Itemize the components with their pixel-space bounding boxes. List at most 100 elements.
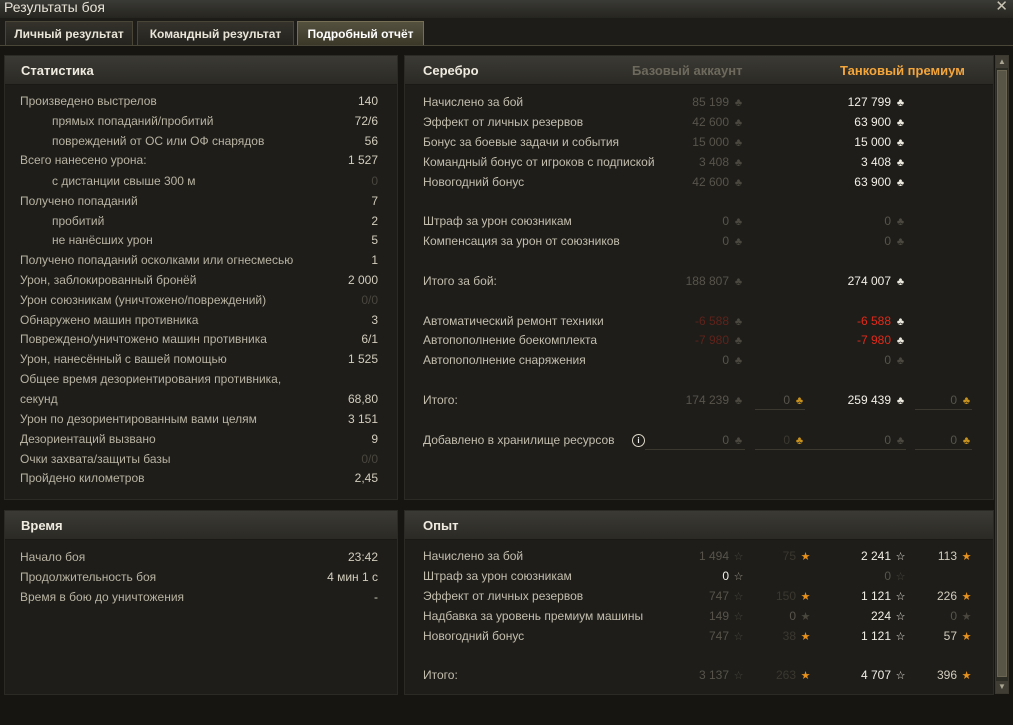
silver-premium-value: 0 ♣ [805, 211, 906, 231]
statistics-row-value: 1 527 [347, 153, 378, 167]
experience-premium-value: 2 241 ☆ [805, 546, 906, 566]
experience-premium-free-amount: 57 [943, 629, 957, 643]
experience-base-amount: 3 137 [698, 668, 729, 682]
statistics-row-label: повреждений от ОС или ОФ снарядов [52, 134, 265, 148]
silver-base-amount: 42 600 [692, 175, 729, 189]
experience-base-free-amount: 150 [775, 589, 796, 603]
time-panel: Время Начало боя 23:42 Продолжительность б… [4, 510, 398, 695]
statistics-row: Получено попаданий 7 [20, 191, 378, 211]
experience-base-value: 0 ☆ [645, 566, 744, 586]
time-row-label: Продолжительность боя [20, 570, 157, 584]
silver-premium-amount: 0 [884, 234, 891, 248]
silver-premium-value: -7 980 ♣ [805, 330, 906, 350]
experience-premium-free-amount: 396 [936, 668, 957, 682]
credit-icon: ♣ [896, 316, 905, 328]
experience-premium-value: 0 ☆ [805, 566, 906, 586]
silver-premium-value: 63 900 ♣ [805, 112, 906, 132]
credit-icon: ♣ [896, 355, 905, 367]
silver-base-amount: 0 [722, 234, 729, 248]
gold-icon: ♣ [962, 435, 971, 447]
silver-premium-amount: 63 900 [854, 175, 891, 189]
experience-base-free-value: 38 ★ [745, 626, 811, 646]
statistics-row: повреждений от ОС или ОФ снарядов 56 [20, 131, 378, 151]
experience-header: Опыт [405, 511, 993, 540]
experience-base-amount: 149 [708, 609, 729, 623]
experience-row-label: Начислено за бой [423, 549, 524, 563]
experience-premium-amount: 224 [870, 609, 891, 623]
statistics-row-value: 3 [371, 313, 378, 327]
experience-base-amount: 1 494 [698, 549, 729, 563]
scrollbar-thumb[interactable] [997, 70, 1007, 677]
statistics-row-value: 5 [371, 233, 378, 247]
credit-icon: ♣ [734, 236, 743, 248]
statistics-row-value: 2 000 [347, 273, 378, 287]
info-icon[interactable]: i [632, 434, 645, 447]
row-underline [915, 409, 972, 410]
silver-premium-amount: 127 799 [847, 95, 891, 109]
credit-icon: ♣ [734, 435, 743, 447]
silver-base-value: 15 000 ♣ [645, 132, 744, 152]
silver-premium-value: 0 ♣ [805, 231, 906, 251]
silver-base-amount: 188 807 [685, 274, 729, 288]
statistics-row: Пройдено километров 2,45 [20, 468, 378, 488]
tab-personal-result[interactable]: Личный результат [5, 21, 133, 45]
silver-premium-amount: -7 980 [856, 333, 891, 347]
silver-premium-amount: 3 408 [860, 155, 891, 169]
tab-detailed-report[interactable]: Подробный отчёт [297, 21, 424, 45]
silver-base-amount: 15 000 [692, 135, 729, 149]
statistics-row-value: 9 [371, 432, 378, 446]
credit-icon: ♣ [896, 216, 905, 228]
statistics-row-label: Получено попаданий [20, 194, 138, 208]
star-icon: ☆ [895, 591, 906, 603]
credit-icon: ♣ [734, 157, 743, 169]
tab-team-result[interactable]: Командный результат [137, 21, 294, 45]
base-account-column-header: Базовый аккаунт [632, 63, 743, 78]
silver-base-gold-value: 0 ♣ [755, 430, 805, 450]
silver-base-amount: -7 980 [694, 333, 729, 347]
statistics-row-label: прямых попаданий/пробитий [52, 114, 214, 128]
statistics-row: Общее время дезориентирования противника… [20, 369, 378, 389]
gold-icon: ♣ [795, 395, 804, 407]
statistics-row-label: Урон, заблокированный бронёй [20, 273, 197, 287]
silver-panel: Серебро Базовый аккаунт Танковый премиум… [404, 55, 994, 500]
statistics-row: Дезориентаций вызвано 9 [20, 429, 378, 449]
close-icon[interactable]: ✕ [995, 0, 1008, 15]
silver-base-value: -7 980 ♣ [645, 330, 744, 350]
statistics-row-value: 68,80 [347, 392, 378, 406]
statistics-panel: Статистика Произведено выстрелов 140 прямы… [4, 55, 398, 500]
star-icon: ☆ [895, 611, 906, 623]
experience-row-label: Надбавка за уровень премиум машины [423, 609, 644, 623]
statistics-title: Статистика [21, 63, 94, 78]
credit-icon: ♣ [734, 355, 743, 367]
gold-icon: ♣ [962, 395, 971, 407]
statistics-row: Урон, нанесённый с вашей помощью 1 525 [20, 349, 378, 369]
silver-row-label: Бонус за боевые задачи и события [423, 135, 620, 149]
silver-premium-value: 15 000 ♣ [805, 132, 906, 152]
star-icon: ☆ [733, 571, 744, 583]
experience-panel: Опыт Начислено за бой 1 494 ☆ 75 ★ 2 241 ☆ 113 ★… [404, 510, 994, 695]
statistics-row-label: Урон, нанесённый с вашей помощью [20, 352, 227, 366]
scroll-up-button[interactable]: ▲ [996, 56, 1008, 68]
statistics-row-value: 72/6 [354, 114, 378, 128]
statistics-row: прямых попаданий/пробитий 72/6 [20, 111, 378, 131]
statistics-row: с дистанции свыше 300 м 0 [20, 171, 378, 191]
time-row: Время в бою до уничтожения - [20, 587, 378, 607]
statistics-row-label: не нанёсших урон [52, 233, 153, 247]
tank-premium-column-header: Танковый премиум [840, 63, 965, 78]
silver-premium-gold-amount: 0 [950, 393, 957, 407]
statistics-row: пробитий 2 [20, 211, 378, 231]
star-icon: ☆ [895, 670, 906, 682]
time-row-value: 23:42 [347, 550, 378, 564]
credit-icon: ♣ [896, 97, 905, 109]
statistics-row-label: Получено попаданий осколками или огнесме… [20, 253, 294, 267]
silver-premium-amount: 274 007 [847, 274, 891, 288]
scrollbar[interactable]: ▲ ▼ [995, 55, 1009, 694]
window-title: Результаты боя [4, 0, 106, 15]
silver-row-label: Итого за бой: [423, 274, 497, 288]
silver-base-amount: -6 588 [694, 314, 729, 328]
scroll-down-button[interactable]: ▼ [996, 681, 1008, 693]
experience-base-value: 149 ☆ [645, 606, 744, 626]
statistics-row-value: 0/0 [361, 452, 378, 466]
credit-icon: ♣ [896, 177, 905, 189]
experience-base-free-value: 0 ★ [745, 606, 811, 626]
